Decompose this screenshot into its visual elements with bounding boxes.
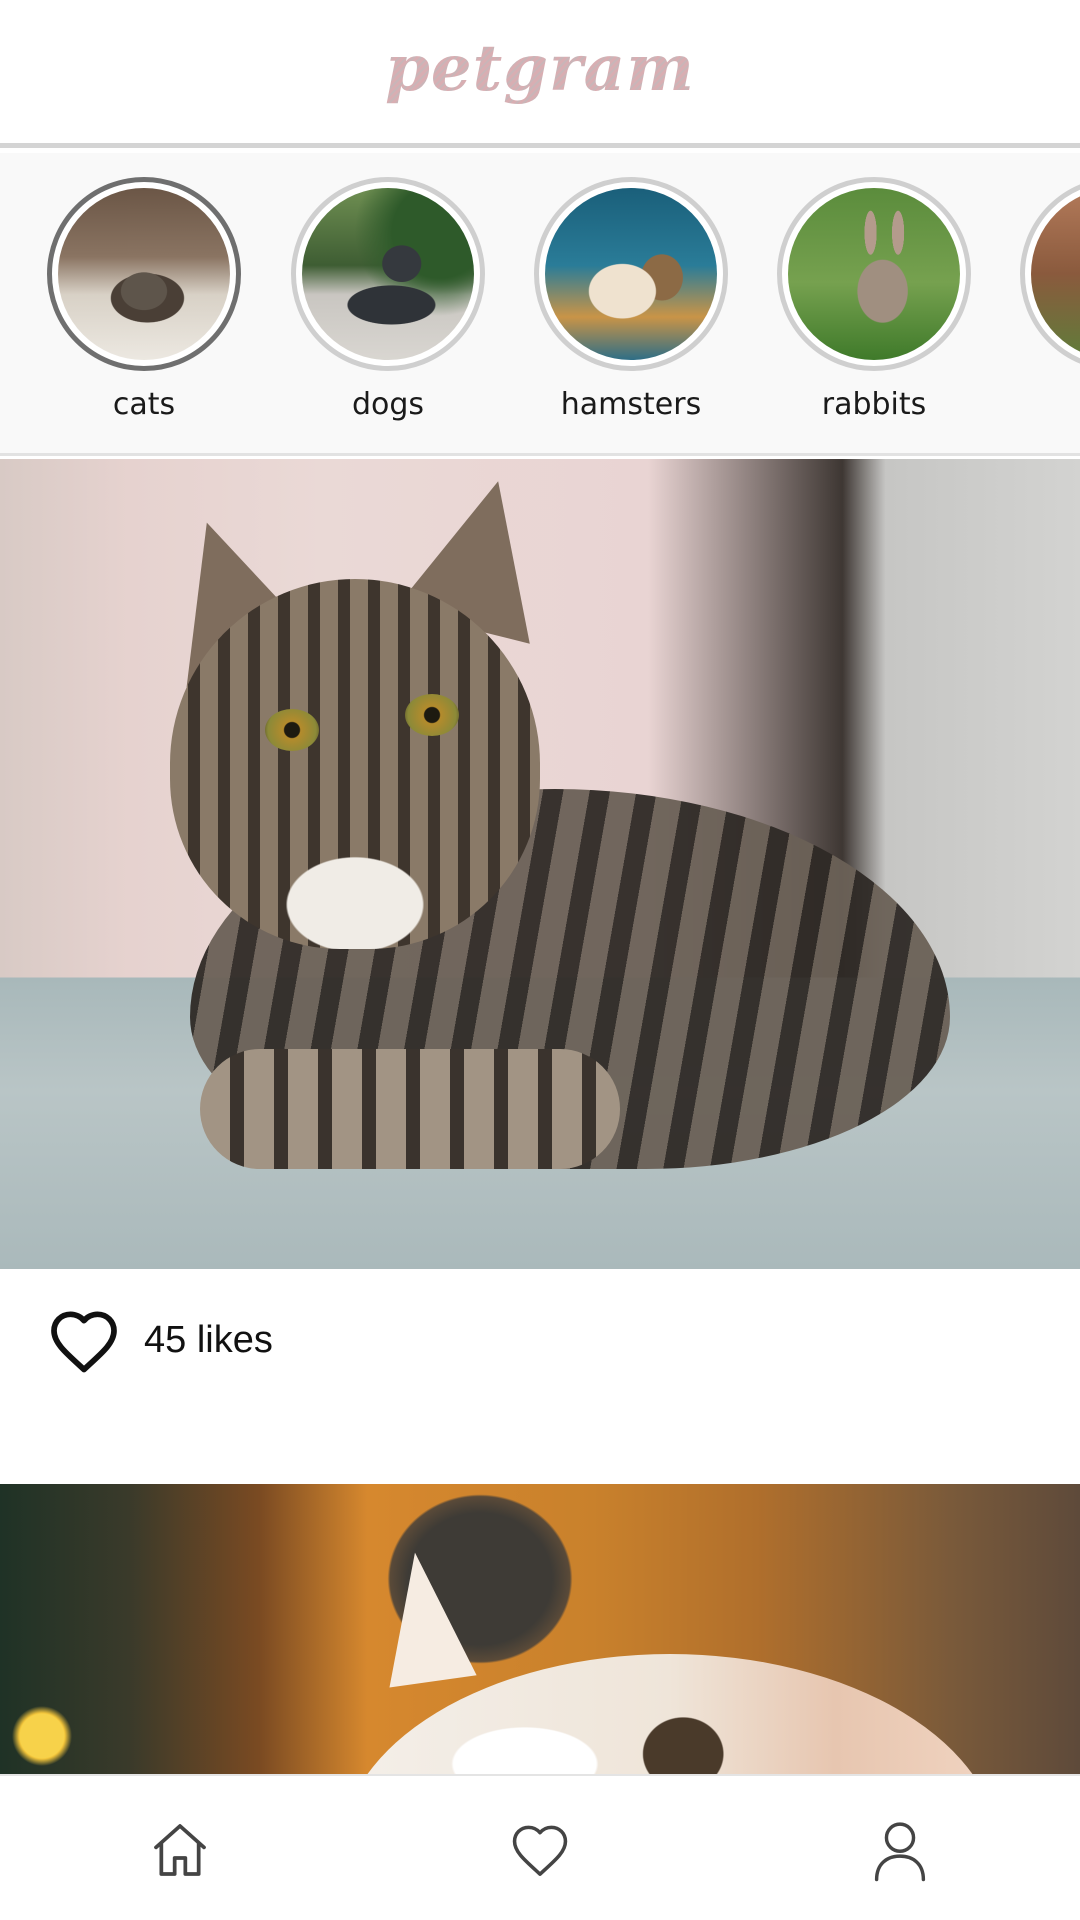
like-button[interactable] [44,1305,124,1377]
heart-outline-icon [51,1311,117,1373]
user-icon [874,1822,926,1882]
cat-eye-right [405,694,459,736]
cat-paws [200,1049,620,1169]
cat-eye-left [265,709,319,751]
story-rabbits[interactable]: rabbits [774,177,974,422]
story-cats[interactable]: cats [44,177,244,422]
cat-thumbnail [58,188,230,360]
partial-thumbnail [1031,188,1080,360]
story-label: dogs [351,387,425,422]
nav-home-button[interactable] [140,1810,220,1890]
story-label: cats [112,387,176,422]
app-header: petgram [0,0,1080,148]
story-label: hamsters [560,387,702,422]
dog-thumbnail [302,188,474,360]
app-logo[interactable]: petgram [385,31,695,106]
app-root: petgram cats dogs hamsters rabbits 45 li… [0,0,1080,1920]
post-actions: 45 likes [0,1269,1080,1484]
story-partial[interactable] [1017,177,1080,387]
story-ring [1020,177,1080,371]
rabbit-thumbnail [788,188,960,360]
story-dogs[interactable]: dogs [288,177,488,422]
story-ring [777,177,971,371]
home-icon [154,1824,206,1876]
nav-likes-button[interactable] [500,1810,580,1890]
post-image-cat-2[interactable] [0,1484,1080,1774]
story-ring [534,177,728,371]
cat-head-shape [170,579,540,949]
story-ring [291,177,485,371]
bottom-nav [0,1774,1080,1920]
story-ring-active [47,177,241,371]
likes-count: 45 likes [144,1319,273,1361]
category-stories: cats dogs hamsters rabbits [0,153,1080,456]
post-image-cat[interactable] [0,459,1080,1269]
nav-profile-button[interactable] [860,1810,940,1890]
hamster-thumbnail [545,188,717,360]
story-label: rabbits [821,387,927,422]
cat2-ear [371,1546,477,1688]
story-hamsters[interactable]: hamsters [531,177,731,422]
heart-icon [512,1825,568,1876]
